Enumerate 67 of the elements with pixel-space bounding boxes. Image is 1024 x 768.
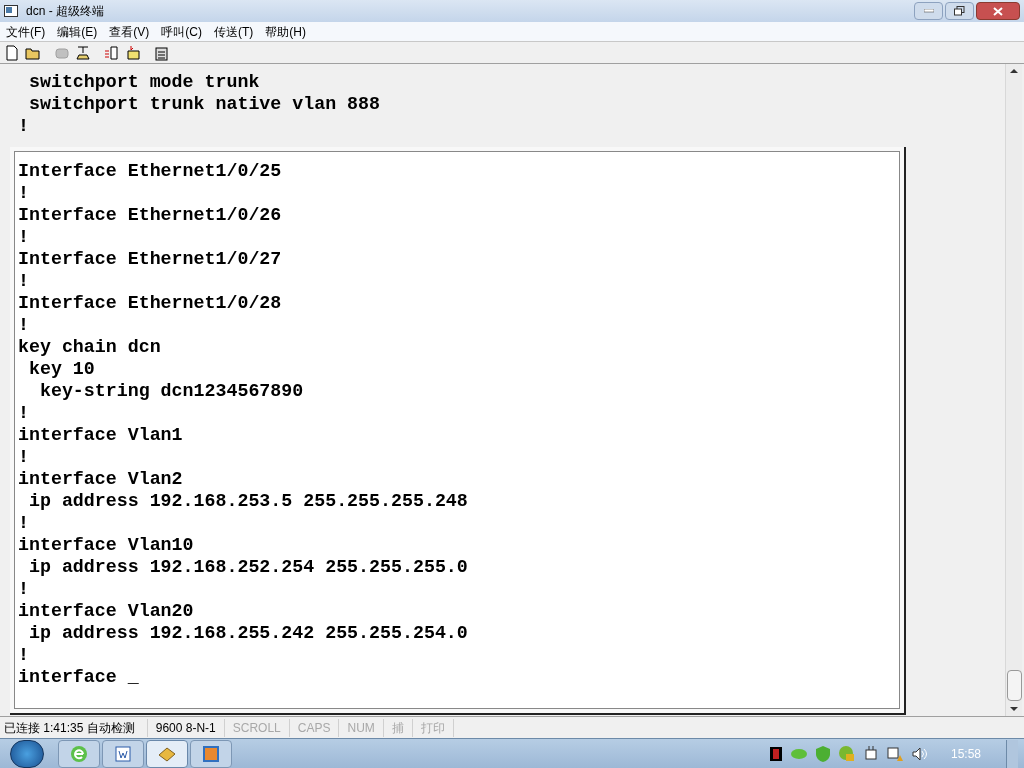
menu-item[interactable]: 查看(V) xyxy=(103,22,156,41)
menu-item[interactable]: 文件(F) xyxy=(0,22,52,41)
terminal-line: ! xyxy=(18,115,29,137)
terminal-line: switchport trunk native vlan 888 xyxy=(27,93,381,115)
scrollbar[interactable] xyxy=(1005,64,1022,716)
taskbar-button[interactable] xyxy=(146,739,188,768)
receive-file-icon[interactable] xyxy=(125,44,141,61)
terminal-app-icon xyxy=(4,5,18,17)
terminal-line: interface Vlan2 xyxy=(18,468,183,490)
window-icon xyxy=(202,744,220,763)
menu-item[interactable]: 呼叫(C) xyxy=(155,22,208,41)
terminal-line: Interface Ethernet1/0/27 xyxy=(18,248,282,270)
close-button[interactable] xyxy=(976,2,1020,20)
network-warning-icon[interactable] xyxy=(886,745,903,762)
start-button[interactable] xyxy=(10,739,44,768)
speaker-icon[interactable] xyxy=(911,746,928,761)
terminal-line: ! xyxy=(18,314,29,336)
taskbar-button[interactable] xyxy=(190,739,232,768)
menu-item[interactable]: 帮助(H) xyxy=(259,22,312,41)
menu-item[interactable]: 编辑(E) xyxy=(51,22,104,41)
document-icon xyxy=(114,744,132,763)
terminal-line: key chain dcn xyxy=(18,336,161,358)
restore-icon xyxy=(954,6,965,16)
terminal-line: ! xyxy=(18,578,29,600)
status-field: 捕 xyxy=(383,718,413,737)
properties-icon[interactable] xyxy=(154,44,170,61)
terminal-line: ! xyxy=(18,270,29,292)
minimize-icon xyxy=(923,9,934,13)
terminal-line: ip address 192.168.253.5 255.255.255.248 xyxy=(27,490,468,512)
menu-item[interactable]: 传送(T) xyxy=(208,22,260,41)
status-field: 9600 8-N-1 xyxy=(147,718,225,737)
close-icon xyxy=(993,6,1003,16)
power-plug-icon[interactable] xyxy=(863,745,878,762)
taskbar-button[interactable] xyxy=(58,739,100,768)
down-arrow-icon[interactable] xyxy=(1010,707,1018,712)
window-title: dcn - 超级终端 xyxy=(26,3,104,20)
browser-icon xyxy=(70,744,88,763)
terminal-line: ! xyxy=(18,182,29,204)
scroll-thumb[interactable] xyxy=(1006,670,1022,701)
send-file-icon[interactable] xyxy=(104,44,120,61)
restore-button[interactable] xyxy=(945,2,974,20)
terminal-line: ! xyxy=(18,644,29,666)
status-field: CAPS xyxy=(289,718,340,737)
terminal-line: ! xyxy=(18,446,29,468)
terminal-line: key 10 xyxy=(27,358,95,380)
up-arrow-icon[interactable] xyxy=(1010,68,1018,73)
terminal-line: Interface Ethernet1/0/25 xyxy=(18,160,282,182)
status-field: 打印 xyxy=(412,718,454,737)
terminal-line: switchport mode trunk xyxy=(27,71,260,93)
terminal-line: ! xyxy=(18,402,29,424)
terminal-line: interface Vlan20 xyxy=(18,600,194,622)
status-field: NUM xyxy=(339,718,384,737)
terminal-line: ! xyxy=(18,226,29,248)
taskbar-button[interactable] xyxy=(102,739,144,768)
terminal-line: interface Vlan1 xyxy=(18,424,183,446)
terminal-line: interface Vlan10 xyxy=(18,534,194,556)
terminal-line: ip address 192.168.252.254 255.255.255.0 xyxy=(27,556,468,578)
terminal-line: key-string dcn1234567890 xyxy=(38,380,304,402)
terminal-line: Interface Ethernet1/0/28 xyxy=(18,292,282,314)
terminal-line: ip address 192.168.255.242 255.255.254.0 xyxy=(27,622,468,644)
terminal-line: ! xyxy=(18,512,29,534)
terminal-line: Interface Ethernet1/0/26 xyxy=(18,204,282,226)
status-field: 已连接 1:41:35 自动检测 xyxy=(0,718,148,737)
terminal-line: interface _ xyxy=(18,666,139,688)
new-file-icon[interactable] xyxy=(4,44,20,61)
status-field: SCROLL xyxy=(224,718,290,737)
film-icon[interactable] xyxy=(769,746,782,761)
